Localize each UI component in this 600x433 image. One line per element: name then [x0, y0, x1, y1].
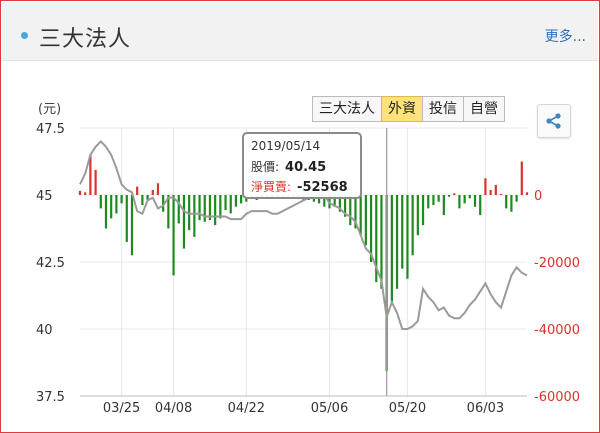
- x-axis-tick: 04/22: [228, 401, 265, 416]
- net-bar: [364, 195, 367, 246]
- net-bar: [94, 169, 97, 195]
- net-bar: [484, 178, 487, 195]
- net-bar: [401, 195, 404, 269]
- net-bar: [468, 195, 471, 199]
- net-bar: [494, 184, 497, 195]
- x-axis-ticks: 03/25 04/08 04/22 05/06 05/20 06/03: [103, 401, 504, 416]
- net-bar: [380, 195, 383, 289]
- tooltip-price-label: 股價:: [251, 160, 280, 174]
- net-bar: [229, 195, 232, 214]
- net-bar: [515, 195, 518, 202]
- x-axis-tick: 03/25: [103, 401, 140, 416]
- net-bar: [214, 195, 217, 226]
- tooltip-price-value: 40.45: [285, 160, 327, 175]
- net-bar: [463, 195, 466, 204]
- tab-0[interactable]: 三大法人: [312, 96, 382, 122]
- net-bar: [395, 195, 399, 289]
- net-bar: [473, 195, 477, 207]
- net-bar: [505, 195, 508, 209]
- net-bar: [84, 192, 87, 195]
- net-bar: [172, 195, 175, 276]
- net-bar: [203, 195, 206, 222]
- net-bar: [104, 195, 108, 229]
- net-bar: [99, 195, 102, 209]
- net-bar: [427, 195, 430, 209]
- tooltip-net-row: 淨買賣: -52568: [251, 178, 348, 195]
- net-bar: [125, 195, 128, 242]
- right-axis-tick: -60000: [534, 390, 580, 405]
- net-bar: [406, 195, 409, 279]
- share-button[interactable]: [537, 104, 571, 138]
- left-axis-ticks: 47.5 45 42.5 40 37.5: [36, 122, 65, 405]
- net-bar: [182, 195, 186, 249]
- net-bar: [198, 195, 201, 221]
- tab-1[interactable]: 外資: [381, 96, 423, 122]
- net-bar: [479, 195, 482, 216]
- net-bar: [151, 189, 154, 195]
- net-bar: [510, 195, 513, 212]
- right-axis-tick: 0: [534, 189, 542, 204]
- net-bar: [416, 195, 419, 236]
- net-bar: [499, 193, 503, 195]
- data-tooltip: 2019/05/14 股價: 40.45 淨買賣: -52568: [242, 132, 362, 199]
- net-bar: [520, 161, 523, 195]
- tooltip-net-value: -52568: [297, 180, 348, 195]
- net-bar: [141, 195, 144, 206]
- net-bar: [525, 192, 529, 195]
- left-axis-tick: 47.5: [36, 122, 65, 137]
- net-bar: [219, 195, 222, 219]
- net-bar: [224, 195, 227, 211]
- net-bar: [442, 195, 445, 216]
- tooltip-price-row: 股價: 40.45: [251, 158, 326, 175]
- net-bar: [177, 195, 180, 224]
- net-bar: [489, 189, 492, 195]
- tab-3[interactable]: 自營: [463, 96, 505, 122]
- net-bar: [349, 195, 352, 226]
- net-bar: [432, 195, 435, 206]
- net-bar: [421, 195, 425, 226]
- x-axis-tick: 05/20: [389, 401, 426, 416]
- tooltip-net-label: 淨買賣:: [251, 180, 292, 194]
- right-axis-tick: -40000: [534, 323, 580, 338]
- net-bar: [193, 195, 196, 237]
- share-icon: [546, 113, 561, 129]
- left-axis-label: (元): [38, 102, 61, 117]
- net-bar: [156, 183, 160, 195]
- right-axis-ticks: 0 -20000 -40000 -60000: [534, 189, 580, 405]
- net-bar: [453, 193, 456, 195]
- tab-2[interactable]: 投信: [422, 96, 464, 122]
- tooltip-date: 2019/05/14: [251, 139, 321, 153]
- x-axis-tick: 04/08: [155, 401, 192, 416]
- net-bar: [390, 195, 393, 303]
- net-bar: [447, 195, 451, 197]
- net-bar: [234, 195, 238, 207]
- x-axis-tick: 06/03: [467, 401, 504, 416]
- net-bar: [359, 195, 362, 236]
- net-bar: [458, 195, 461, 209]
- left-axis-tick: 40: [36, 323, 53, 338]
- net-bar: [136, 186, 139, 195]
- net-bar: [411, 195, 414, 256]
- net-bar: [437, 195, 440, 202]
- net-bar: [130, 195, 134, 256]
- left-axis-tick: 37.5: [36, 390, 65, 405]
- institutional-chart: 47.5 45 42.5 40 37.5 0 -20000 -40000 -60000 03/…: [36, 102, 580, 416]
- net-bar: [115, 195, 118, 214]
- net-bar: [110, 195, 113, 219]
- x-axis-tick: 05/06: [311, 401, 348, 416]
- left-axis-tick: 42.5: [36, 256, 65, 271]
- left-axis-tick: 45: [36, 189, 53, 204]
- right-axis-tick: -20000: [534, 256, 580, 271]
- net-bar: [78, 190, 82, 195]
- net-bar: [120, 195, 123, 204]
- tab-bar: 三大法人 外資 投信 自營: [312, 96, 505, 122]
